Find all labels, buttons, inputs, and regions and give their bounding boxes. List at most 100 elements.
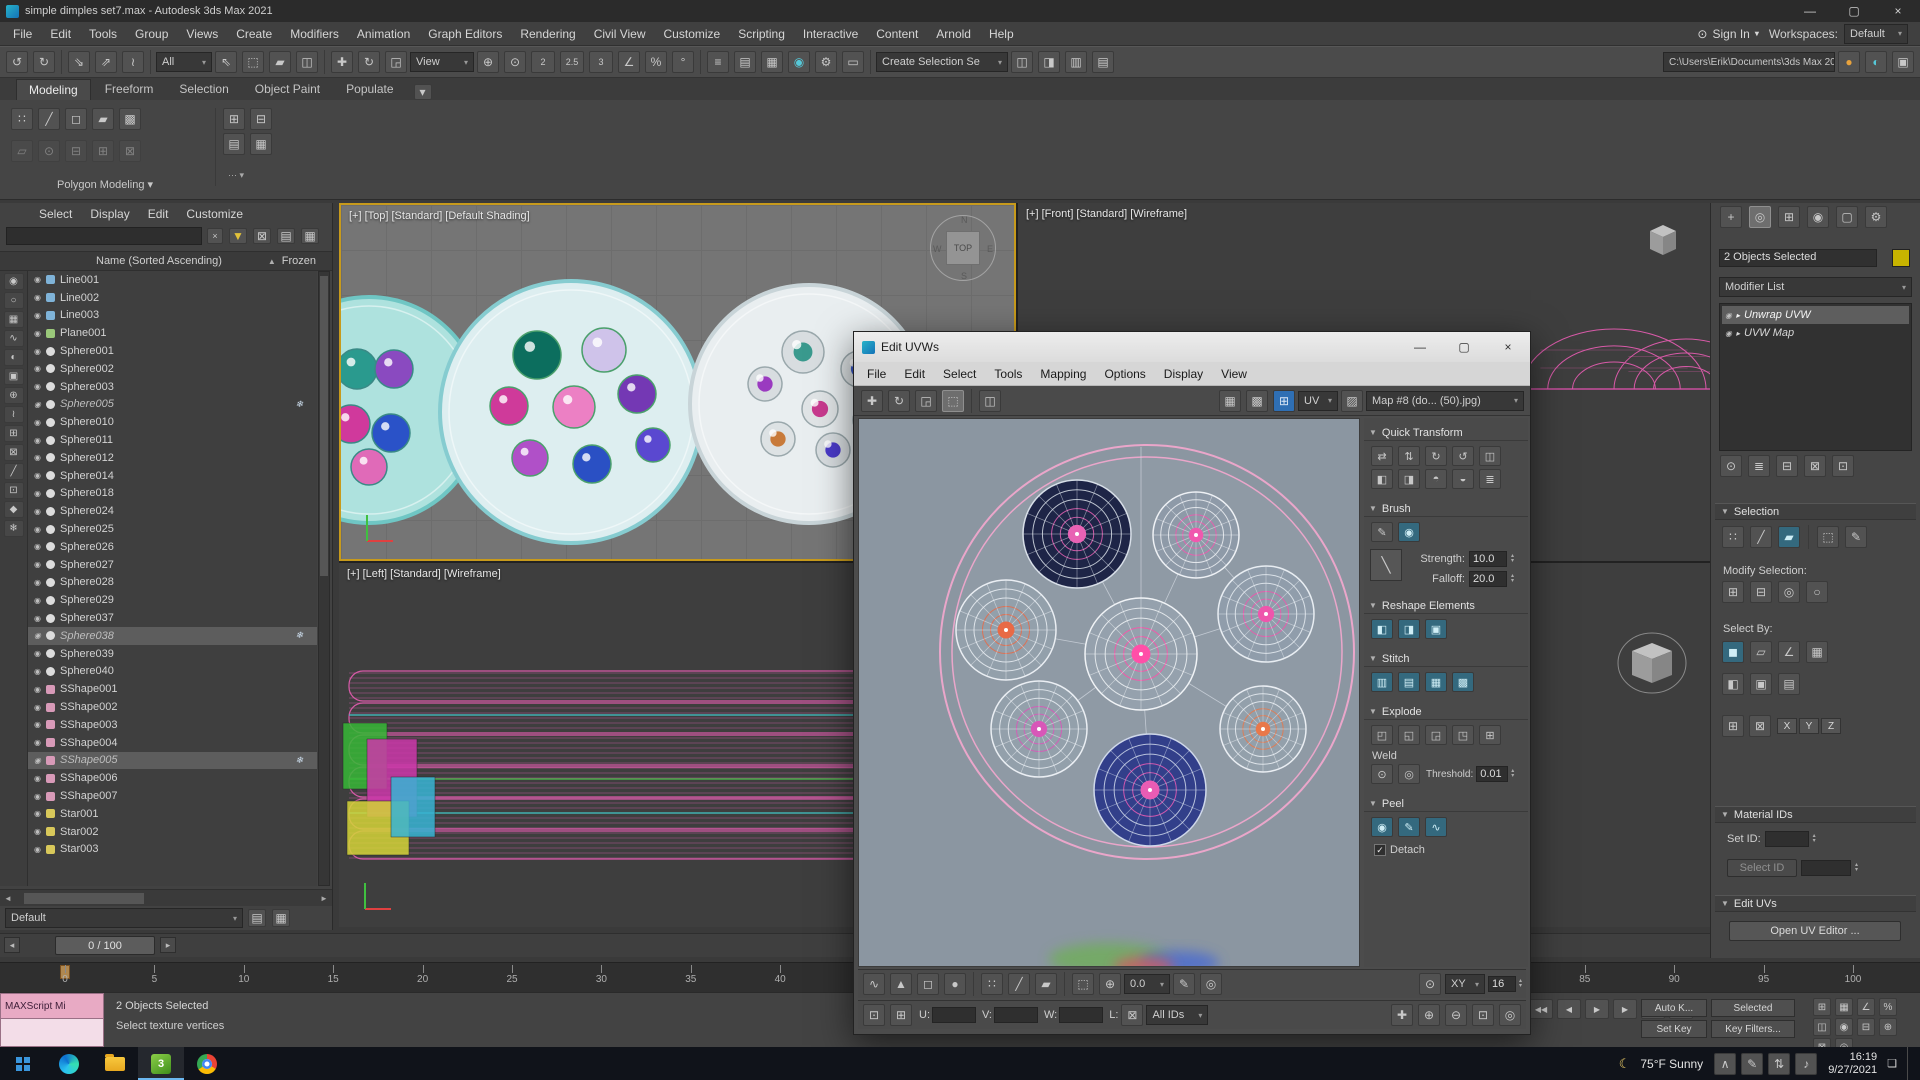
ribbon-tab-selection[interactable]: Selection bbox=[167, 79, 240, 100]
falloff-xy-icon[interactable]: ▲ bbox=[890, 973, 912, 995]
reference-coordinate-dropdown[interactable]: View ▾ bbox=[410, 52, 474, 72]
remove-modifier-icon[interactable]: ⊠ bbox=[1804, 455, 1826, 477]
menu-group[interactable]: Group bbox=[126, 22, 177, 46]
scene-object-star001[interactable]: ◉ Star001 bbox=[28, 805, 317, 823]
scene-object-sphere029[interactable]: ◉ Sphere029 bbox=[28, 591, 317, 609]
ribbon-more-icon[interactable]: ⋯ ▾ bbox=[228, 170, 244, 181]
previous-frame-icon[interactable]: ◀ bbox=[1557, 999, 1581, 1019]
next-frame-button[interactable]: ▸ bbox=[160, 937, 176, 953]
visibility-icon[interactable]: ◉ bbox=[34, 774, 41, 783]
use-pivot-center-icon[interactable]: ⊕ bbox=[477, 51, 499, 73]
material-id-filter-dropdown[interactable]: All IDs ▾ bbox=[1146, 1005, 1209, 1025]
grow-selection-icon[interactable]: ⊞ bbox=[1722, 581, 1744, 603]
modifier-visibility-icon[interactable]: ◉ bbox=[1725, 311, 1732, 320]
utilities-tab[interactable]: ⚙ bbox=[1865, 206, 1887, 228]
scene-object-sshape006[interactable]: ◉ SShape006 bbox=[28, 769, 317, 787]
brush-header[interactable]: ▼ Brush bbox=[1364, 501, 1528, 517]
edge-subobject-icon[interactable]: ╱ bbox=[1750, 526, 1772, 548]
weather-text[interactable]: 75°F Sunny bbox=[1640, 1057, 1703, 1071]
visibility-icon[interactable]: ◉ bbox=[34, 507, 41, 516]
workspace-dropdown[interactable]: Default ▾ bbox=[1844, 23, 1908, 44]
hierarchy-tab[interactable]: ⊞ bbox=[1778, 206, 1800, 228]
frame-tick-20[interactable]: 20 bbox=[410, 974, 436, 985]
random-select-icon[interactable]: ▦ bbox=[1806, 641, 1828, 663]
align-to-view-icon[interactable]: ⊠ bbox=[1749, 715, 1771, 737]
menu-tools[interactable]: Tools bbox=[80, 22, 126, 46]
shrink-selection-icon[interactable]: ⊟ bbox=[1750, 581, 1772, 603]
detach-edge-verts-icon[interactable]: ◱ bbox=[1398, 725, 1420, 745]
render-setup-icon[interactable]: ⚙ bbox=[815, 51, 837, 73]
start-button[interactable] bbox=[0, 1047, 46, 1080]
key-filters-button[interactable]: Key Filters... bbox=[1711, 1020, 1795, 1038]
explorer-menu-display[interactable]: Display bbox=[81, 202, 138, 226]
visibility-icon[interactable]: ◉ bbox=[34, 364, 41, 373]
grid-b-icon[interactable]: ⊟ bbox=[250, 108, 272, 130]
align-right-icon[interactable]: ◨ bbox=[1398, 469, 1420, 489]
uvw-menu-tools[interactable]: Tools bbox=[985, 362, 1031, 386]
brush-falloff-field[interactable]: 20.0 bbox=[1468, 571, 1507, 587]
stitch-target-icon[interactable]: ▩ bbox=[1452, 672, 1474, 692]
menu-content[interactable]: Content bbox=[867, 22, 927, 46]
visibility-icon[interactable]: ◉ bbox=[34, 347, 41, 356]
render-production-icon[interactable]: ● bbox=[1838, 51, 1860, 73]
explorer-preset-dropdown[interactable]: Default ▾ bbox=[5, 908, 243, 928]
explode-header[interactable]: ▼ Explode bbox=[1364, 704, 1528, 720]
configure-modifier-icon[interactable]: ⊡ bbox=[1832, 455, 1854, 477]
spinner-snap-icon[interactable]: ° bbox=[672, 51, 694, 73]
visibility-icon[interactable]: ◉ bbox=[34, 667, 41, 676]
frame-tick-95[interactable]: 95 bbox=[1751, 974, 1777, 985]
menu-interactive[interactable]: Interactive bbox=[794, 22, 867, 46]
frame-tick-90[interactable]: 90 bbox=[1661, 974, 1687, 985]
brush-options-icon[interactable]: ⊙ bbox=[1418, 973, 1441, 995]
scene-object-sshape002[interactable]: ◉ SShape002 bbox=[28, 698, 317, 716]
visibility-icon[interactable]: ◉ bbox=[34, 578, 41, 587]
viewcube[interactable]: TOP N S W E bbox=[930, 215, 996, 281]
select-object-icon[interactable]: ⇖ bbox=[215, 51, 237, 73]
scene-object-sphere001[interactable]: ◉ Sphere001 bbox=[28, 342, 317, 360]
minimize-button[interactable]: — bbox=[1398, 336, 1442, 358]
visibility-icon[interactable]: ◉ bbox=[34, 382, 41, 391]
vertex-mode-icon[interactable]: ∷ bbox=[981, 973, 1003, 995]
tile-bitmap-icon[interactable]: ▨ bbox=[1341, 389, 1363, 412]
frame-tick-25[interactable]: 25 bbox=[499, 974, 525, 985]
display-groups-icon[interactable]: ⊞ bbox=[3, 425, 24, 442]
list-view-icon[interactable]: ▤ bbox=[277, 228, 295, 244]
modifier-list-dropdown[interactable]: Modifier List ▾ bbox=[1719, 277, 1912, 297]
loop-selection-icon[interactable]: ○ bbox=[1806, 581, 1828, 603]
texture-map-dropdown[interactable]: Map #8 (do... (50).jpg) ▾ bbox=[1366, 390, 1524, 411]
menu-scripting[interactable]: Scripting bbox=[729, 22, 794, 46]
scene-object-sphere039[interactable]: ◉ Sphere039 bbox=[28, 645, 317, 663]
display-none-icon[interactable]: ○ bbox=[3, 292, 24, 309]
edit-uvws-title-bar[interactable]: Edit UVWs — ▢ × bbox=[854, 332, 1530, 362]
align-top-icon[interactable]: ◓ bbox=[1425, 469, 1447, 489]
column-header[interactable]: Name (Sorted Ascending) ▲ Frozen bbox=[0, 251, 332, 271]
menu-civil-view[interactable]: Civil View bbox=[585, 22, 655, 46]
collapse-icon[interactable]: ⊟ bbox=[65, 140, 87, 162]
cloud-render-icon[interactable]: ▣ bbox=[1892, 51, 1914, 73]
top-viewport-label[interactable]: [+] [Top] [Standard] [Default Shading] bbox=[349, 210, 530, 222]
sync-selection-icon[interactable]: ⊕ bbox=[1099, 973, 1121, 995]
visibility-icon[interactable]: ◉ bbox=[34, 720, 41, 729]
scene-object-sshape001[interactable]: ◉ SShape001 bbox=[28, 680, 317, 698]
auto-key-button[interactable]: Auto K... bbox=[1641, 999, 1707, 1017]
weld-all-icon[interactable]: ◎ bbox=[1398, 764, 1420, 784]
display-all-icon[interactable]: ◉ bbox=[3, 273, 24, 290]
snap-toggle-icon[interactable]: ⊞ bbox=[1813, 998, 1831, 1016]
strength-spinner[interactable] bbox=[1511, 554, 1514, 564]
edit-named-selections-icon[interactable]: ≡ bbox=[707, 51, 729, 73]
move-h-icon[interactable]: ⇄ bbox=[1371, 446, 1393, 466]
scene-object-sphere018[interactable]: ◉ Sphere018 bbox=[28, 485, 317, 503]
vertex-subobject-icon[interactable]: ∷ bbox=[1722, 526, 1744, 548]
rotate-icon[interactable]: ↻ bbox=[888, 389, 910, 412]
display-lights-icon[interactable]: ◐ bbox=[3, 349, 24, 366]
scene-object-sphere012[interactable]: ◉ Sphere012 bbox=[28, 449, 317, 467]
visibility-icon[interactable]: ◉ bbox=[34, 311, 41, 320]
ribbon-tab-modeling[interactable]: Modeling bbox=[16, 79, 91, 100]
visibility-icon[interactable]: ◉ bbox=[34, 471, 41, 480]
expand-arrow-icon[interactable]: ▸ bbox=[1736, 329, 1740, 338]
window-crossing-icon[interactable]: ◫ bbox=[296, 51, 318, 73]
stitch-header[interactable]: ▼ Stitch bbox=[1364, 651, 1528, 667]
mirror-icon[interactable]: ◫ bbox=[1011, 51, 1033, 73]
visibility-icon[interactable]: ◉ bbox=[34, 275, 41, 284]
scene-object-sphere005[interactable]: ◉ Sphere005 ❄ bbox=[28, 396, 317, 414]
